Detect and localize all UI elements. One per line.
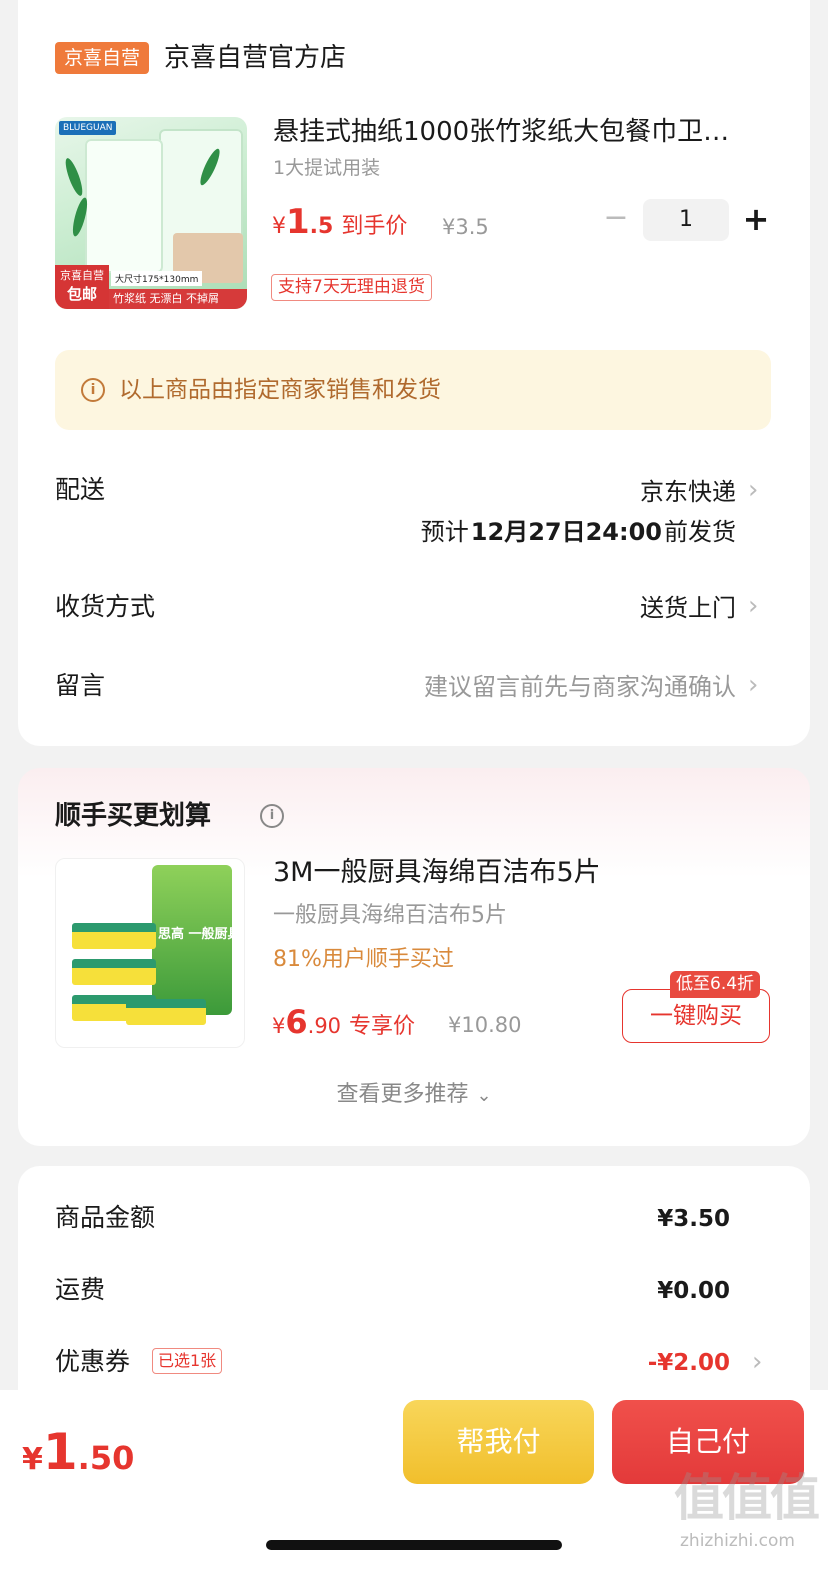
store-name[interactable]: 京喜自营官方店 (164, 40, 346, 76)
delivery-carrier[interactable]: 京东快递 (640, 474, 736, 510)
recommend-original-price: ¥10.80 (448, 1013, 522, 1037)
product-image[interactable]: BLUEGUAN 京喜自营 包邮 大尺寸175*130mm 竹浆纸 无漂白 不掉… (55, 117, 247, 309)
coupon-value[interactable]: -¥2.00 (648, 1345, 730, 1381)
chevron-down-icon: ⌄ (476, 1085, 492, 1106)
product-original-price: ¥3.5 (442, 215, 489, 239)
product-spec[interactable]: 1大提试用装 (273, 154, 380, 182)
message-chevron-icon[interactable]: › (748, 667, 758, 703)
recommend-price: ¥6.90 专享价 (272, 1003, 416, 1041)
total-price: ¥1.50 (22, 1423, 135, 1481)
coupon-label: 优惠券 (55, 1347, 131, 1376)
recommend-product-sub: 一般厨具海绵百洁布5片 (273, 903, 507, 928)
goods-amount-label: 商品金额 (55, 1203, 156, 1232)
delivery-eta: 预计12月27日24:00前发货 (420, 518, 736, 546)
product-size-label: 大尺寸175*130mm (111, 271, 203, 286)
order-store-card: 京喜自营 京喜自营官方店 BLUEGUAN 京喜自营 包邮 大尺寸175*130… (18, 0, 810, 746)
price-summary-card: 商品金额 ¥3.50 运费 ¥0.00 优惠券 已选1张 -¥2.00 › (18, 1166, 810, 1426)
product-free-shipping-tag: 京喜自营 包邮 (55, 265, 109, 309)
seller-notice-text: 以上商品由指定商家销售和发货 (119, 377, 441, 403)
info-icon: i (81, 378, 105, 402)
recommendation-card: 顺手买更划算 i 思高 一般厨具 3M一般厨具海绵百洁布5片 一般厨具海绵百洁布… (18, 768, 810, 1146)
discount-tag: 低至6.4折 (670, 971, 761, 998)
recommendation-info-icon[interactable]: i (260, 804, 284, 828)
seller-notice: i 以上商品由指定商家销售和发货 (55, 350, 771, 430)
product-price: ¥1.5 到手价 (272, 202, 408, 242)
receive-method-value[interactable]: 送货上门 (640, 590, 736, 626)
shipping-label: 运费 (55, 1275, 106, 1304)
checkout-bar: ¥1.50 帮我付 自己付 值值值 zhizhizhi.com (0, 1390, 828, 1574)
quantity-increase-button[interactable]: + (740, 202, 772, 238)
delivery-label: 配送 (55, 475, 106, 504)
delivery-chevron-icon[interactable]: › (748, 472, 758, 508)
store-badge: 京喜自营 (55, 42, 150, 74)
receive-method-label: 收货方式 (55, 592, 156, 621)
message-label: 留言 (55, 671, 106, 700)
watermark-logo: 值值值 (674, 1469, 820, 1527)
shipping-value: ¥0.00 (657, 1278, 730, 1304)
quantity-input[interactable]: 1 (643, 199, 729, 241)
recommend-bought-percent: 81%用户顺手买过 (273, 947, 454, 972)
return-policy-tag: 支持7天无理由退货 (271, 274, 432, 301)
product-brand-label: BLUEGUAN (59, 121, 117, 135)
recommend-product-name[interactable]: 3M一般厨具海绵百洁布5片 (273, 854, 601, 892)
recommend-product-image[interactable]: 思高 一般厨具 (55, 858, 245, 1048)
quantity-decrease-button[interactable]: − (602, 203, 630, 236)
recommendation-title: 顺手买更划算 (55, 801, 212, 831)
message-input[interactable]: 建议留言前先与商家沟通确认 (424, 669, 736, 705)
more-recommendations-link[interactable]: 查看更多推荐 ⌄ (18, 1078, 810, 1113)
goods-amount-value: ¥3.50 (657, 1206, 730, 1232)
product-feature-strip: 竹浆纸 无漂白 不掉屑 (109, 289, 247, 309)
watermark-url: zhizhizhi.com (680, 1531, 795, 1551)
help-me-pay-button[interactable]: 帮我付 (403, 1400, 594, 1484)
coupon-chevron-icon[interactable]: › (752, 1344, 762, 1380)
coupon-selected-tag: 已选1张 (152, 1348, 223, 1374)
home-indicator[interactable] (266, 1540, 562, 1550)
product-title[interactable]: 悬挂式抽纸1000张竹浆纸大包餐巾卫… (273, 114, 773, 150)
receive-chevron-icon[interactable]: › (748, 588, 758, 624)
